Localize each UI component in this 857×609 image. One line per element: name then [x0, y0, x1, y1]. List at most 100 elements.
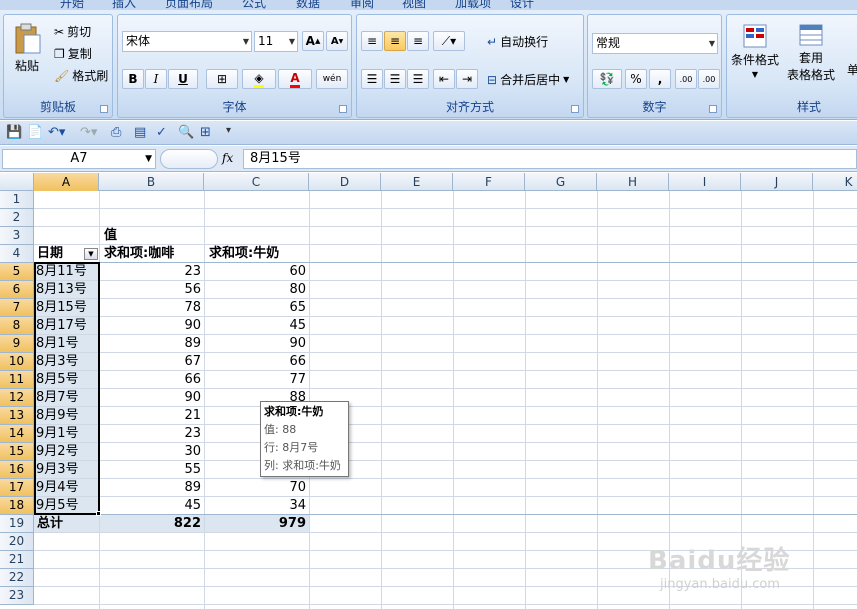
total-label[interactable]: 总计 — [37, 515, 63, 533]
percent-button[interactable]: % — [625, 69, 647, 89]
grow-font-button[interactable]: A ▲ — [302, 31, 324, 51]
tab-addins[interactable]: 加载项 — [455, 0, 491, 10]
form-icon[interactable]: ▤ — [134, 125, 146, 140]
currency-button[interactable]: 💱 — [592, 69, 622, 89]
customize-qat-icon[interactable]: ▾ — [226, 125, 231, 136]
tab-view[interactable]: 视图 — [402, 0, 426, 10]
formula-input[interactable]: 8月15号 — [243, 149, 857, 169]
increase-indent-button[interactable]: ⇥ — [456, 69, 478, 89]
milk-cell[interactable]: 90 — [204, 335, 309, 353]
coffee-cell[interactable]: 90 — [99, 317, 204, 335]
new-document-icon[interactable]: 📄 — [27, 125, 43, 140]
save-icon[interactable]: 💾 — [6, 125, 22, 140]
tab-insert[interactable]: 插入 — [112, 0, 136, 10]
pivot-col-milk[interactable]: 求和项:牛奶 — [209, 245, 279, 263]
row-header[interactable]: 2 — [0, 209, 34, 227]
row-header[interactable]: 21 — [0, 551, 34, 569]
tab-review[interactable]: 审阅 — [350, 0, 374, 10]
coffee-cell[interactable]: 89 — [99, 335, 204, 353]
row-header[interactable]: 17 — [0, 479, 34, 497]
column-header[interactable]: E — [381, 173, 453, 191]
coffee-cell[interactable]: 67 — [99, 353, 204, 371]
row-header[interactable]: 13 — [0, 407, 34, 425]
dialog-launcher-icon[interactable] — [100, 105, 108, 113]
underline-button[interactable]: U — [168, 69, 198, 89]
fill-handle[interactable] — [96, 511, 101, 516]
column-header[interactable]: D — [309, 173, 381, 191]
increase-decimal-button[interactable]: .00 — [675, 69, 697, 89]
row-header[interactable]: 9 — [0, 335, 34, 353]
italic-button[interactable]: I — [145, 69, 167, 89]
decrease-decimal-button[interactable]: .00 — [698, 69, 720, 89]
align-center-button[interactable]: ☰ — [384, 69, 406, 89]
pivot-values-header[interactable]: 值 — [104, 227, 117, 245]
row-header[interactable]: 8 — [0, 317, 34, 335]
total-milk[interactable]: 979 — [204, 515, 309, 533]
milk-cell[interactable]: 70 — [204, 479, 309, 497]
align-right-button[interactable]: ☰ — [407, 69, 429, 89]
column-header[interactable]: B — [99, 173, 204, 191]
wrap-text-button[interactable]: ↵ 自动换行 — [487, 33, 548, 50]
coffee-cell[interactable]: 78 — [99, 299, 204, 317]
align-left-button[interactable]: ☰ — [361, 69, 383, 89]
coffee-cell[interactable]: 56 — [99, 281, 204, 299]
dialog-launcher-icon[interactable] — [709, 105, 717, 113]
row-header[interactable]: 18 — [0, 497, 34, 515]
print-icon[interactable]: ⎙ — [111, 125, 121, 140]
font-name-select[interactable]: 宋体 ▼ — [122, 31, 252, 52]
row-header[interactable]: 20 — [0, 533, 34, 551]
align-bottom-button[interactable]: ≡ — [407, 31, 429, 51]
cut-button[interactable]: ✂ 剪切 — [54, 23, 91, 40]
select-all-corner[interactable] — [0, 173, 34, 191]
column-header[interactable]: A — [34, 173, 99, 191]
align-middle-button[interactable]: ≡ — [384, 31, 406, 51]
decrease-indent-button[interactable]: ⇤ — [433, 69, 455, 89]
format-as-table-button[interactable]: 套用 表格格式 — [787, 23, 835, 83]
font-color-button[interactable]: A — [278, 69, 312, 89]
row-header[interactable]: 7 — [0, 299, 34, 317]
print-preview-icon[interactable]: 🔍 — [178, 125, 194, 140]
align-top-button[interactable]: ≡ — [361, 31, 383, 51]
row-header[interactable]: 22 — [0, 569, 34, 587]
tab-page-layout[interactable]: 页面布局 — [165, 0, 213, 10]
insert-function-icon[interactable]: fx — [222, 151, 233, 165]
column-header[interactable]: I — [669, 173, 741, 191]
undo-icon[interactable]: ↶▾ — [48, 125, 65, 140]
dialog-launcher-icon[interactable] — [339, 105, 347, 113]
borders-icon[interactable]: ⊞ — [200, 125, 211, 140]
coffee-cell[interactable]: 45 — [99, 497, 204, 515]
formula-bar-splitter[interactable] — [160, 149, 218, 169]
filter-dropdown-icon[interactable]: ▼ — [84, 248, 98, 260]
font-size-select[interactable]: 11 ▼ — [254, 31, 298, 52]
column-header[interactable]: J — [741, 173, 813, 191]
milk-cell[interactable]: 45 — [204, 317, 309, 335]
row-header[interactable]: 14 — [0, 425, 34, 443]
column-header[interactable]: F — [453, 173, 525, 191]
chevron-down-icon[interactable]: ▼ — [145, 150, 152, 168]
column-header[interactable]: K — [813, 173, 857, 191]
tab-data[interactable]: 数据 — [296, 0, 320, 10]
orientation-button[interactable]: ⟋▾ — [433, 31, 465, 51]
paste-button[interactable]: 粘贴 — [12, 23, 42, 74]
row-header[interactable]: 4 — [0, 245, 34, 263]
milk-cell[interactable]: 34 — [204, 497, 309, 515]
pivot-row-label[interactable]: 日期 — [37, 245, 63, 263]
comma-button[interactable]: , — [649, 69, 671, 89]
format-painter-button[interactable]: 🖌 格式刷 — [54, 67, 108, 84]
tab-design[interactable]: 设计 — [510, 0, 534, 10]
milk-cell[interactable]: 77 — [204, 371, 309, 389]
phonetic-button[interactable]: wén — [316, 69, 348, 89]
shrink-font-button[interactable]: A ▼ — [326, 31, 348, 51]
merge-center-button[interactable]: ⊟ 合并后居中 ▼ — [487, 71, 569, 88]
cell-styles-button[interactable]: 单 — [847, 61, 857, 78]
coffee-cell[interactable]: 66 — [99, 371, 204, 389]
row-header[interactable]: 1 — [0, 191, 34, 209]
spelling-icon[interactable]: ✓ — [156, 125, 167, 140]
milk-cell[interactable]: 66 — [204, 353, 309, 371]
coffee-cell[interactable]: 30 — [99, 443, 204, 461]
row-header[interactable]: 23 — [0, 587, 34, 605]
row-header[interactable]: 16 — [0, 461, 34, 479]
milk-cell[interactable]: 60 — [204, 263, 309, 281]
tab-home[interactable]: 开始 — [60, 0, 84, 10]
pivot-col-coffee[interactable]: 求和项:咖啡 — [104, 245, 174, 263]
